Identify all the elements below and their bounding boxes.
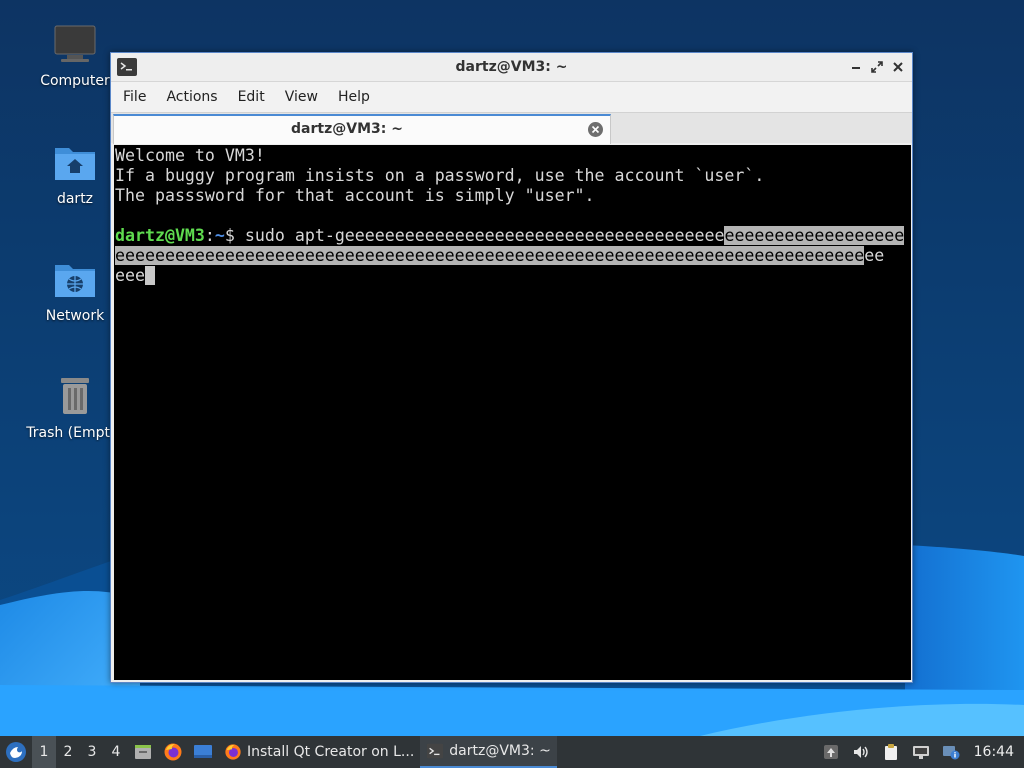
terminal-output[interactable]: Welcome to VM3! If a buggy program insis… xyxy=(114,145,911,680)
minimize-icon xyxy=(852,67,860,69)
terminal-line: Welcome to VM3! xyxy=(115,146,265,165)
firefox-icon xyxy=(225,744,241,760)
file-manager-icon xyxy=(135,745,151,759)
workspace-4[interactable]: 4 xyxy=(104,736,128,768)
workspace-1[interactable]: 1 xyxy=(32,736,56,768)
volume-icon xyxy=(853,746,868,758)
tray-info[interactable] xyxy=(936,736,966,768)
tab-label: dartz@VM3: ~ xyxy=(291,121,403,137)
network-folder-icon xyxy=(53,257,97,301)
task-label: dartz@VM3: ~ xyxy=(449,743,551,759)
terminal-icon xyxy=(427,743,444,759)
tray-network[interactable] xyxy=(906,736,936,768)
tab-close-button[interactable] xyxy=(587,121,604,138)
maximize-button[interactable] xyxy=(869,59,885,75)
tray-notifications[interactable] xyxy=(816,736,846,768)
workspace-2[interactable]: 2 xyxy=(56,736,80,768)
prompt-path: ~ xyxy=(214,226,225,245)
menu-help[interactable]: Help xyxy=(332,82,376,112)
menu-bar: File Actions Edit View Help xyxy=(111,82,912,112)
prompt-symbol: $ xyxy=(224,226,245,245)
home-folder-icon xyxy=(53,140,97,184)
task-terminal[interactable]: dartz@VM3: ~ xyxy=(420,736,557,768)
menu-actions[interactable]: Actions xyxy=(160,82,223,112)
menu-edit[interactable]: Edit xyxy=(232,82,271,112)
firefox-icon xyxy=(164,743,182,761)
terminal-command-continuation: eee xyxy=(115,266,910,286)
tab-bar: dartz@VM3: ~ xyxy=(111,112,912,144)
quicklaunch-firefox[interactable] xyxy=(158,736,188,768)
quicklaunch-show-desktop[interactable] xyxy=(188,736,218,768)
network-wired-icon xyxy=(912,746,929,759)
close-button[interactable] xyxy=(890,59,906,75)
start-menu-button[interactable] xyxy=(0,736,32,768)
trash-icon xyxy=(53,374,97,418)
terminal-command-continuation: eeeeeeeeeeeeeeeeeeeeeeeeeeeeeeeeeeeeeeee… xyxy=(115,246,910,266)
command-text: ee xyxy=(864,246,885,265)
computer-icon xyxy=(53,22,97,66)
command-text: sudo apt-geeeeeeeeeeeeeeeeeeeeeeeeeeeeee… xyxy=(244,226,725,245)
close-icon xyxy=(893,62,903,72)
prompt-user-host: dartz@VM3 xyxy=(115,226,205,245)
prompt-separator: : xyxy=(204,226,215,245)
tab-terminal[interactable]: dartz@VM3: ~ xyxy=(113,114,611,144)
terminal-line: If a buggy program insists on a password… xyxy=(115,166,765,185)
clock[interactable]: 16:44 xyxy=(966,744,1024,760)
terminal-prompt-line: dartz@VM3:~$ sudo apt-geeeeeeeeeeeeeeeee… xyxy=(115,226,910,246)
task-firefox[interactable]: Install Qt Creator on L... xyxy=(218,736,420,768)
info-icon xyxy=(942,746,960,760)
terminal-window[interactable]: dartz@VM3: ~ File Actions Edit View Help… xyxy=(110,52,913,683)
taskbar: 1 2 3 4 Install Qt Creator on L... dartz… xyxy=(0,736,1024,768)
workspace-3[interactable]: 3 xyxy=(80,736,104,768)
selected-text: eeeeeeeeeeeeeeeeee xyxy=(724,226,905,245)
quicklaunch-file-manager[interactable] xyxy=(128,736,158,768)
window-title: dartz@VM3: ~ xyxy=(455,59,568,75)
lubuntu-logo-icon xyxy=(6,742,26,762)
task-label: Install Qt Creator on L... xyxy=(247,744,415,760)
clipboard-icon xyxy=(884,744,897,760)
terminal-line: The passsword for that account is simply… xyxy=(115,186,595,205)
show-desktop-icon xyxy=(194,745,212,758)
maximize-icon xyxy=(871,61,883,73)
close-circle-icon xyxy=(588,122,603,137)
command-text: eee xyxy=(115,266,145,285)
window-titlebar[interactable]: dartz@VM3: ~ xyxy=(111,53,912,82)
tray-volume[interactable] xyxy=(846,736,876,768)
text-cursor xyxy=(144,266,155,285)
selected-text: eeeeeeeeeeeeeeeeeeeeeeeeeeeeeeeeeeeeeeee… xyxy=(115,246,865,265)
tray-clipboard[interactable] xyxy=(876,736,906,768)
update-notifier-icon xyxy=(823,745,838,759)
menu-file[interactable]: File xyxy=(117,82,152,112)
minimize-button[interactable] xyxy=(848,59,864,75)
system-tray: 16:44 xyxy=(816,736,1024,768)
menu-view[interactable]: View xyxy=(279,82,324,112)
